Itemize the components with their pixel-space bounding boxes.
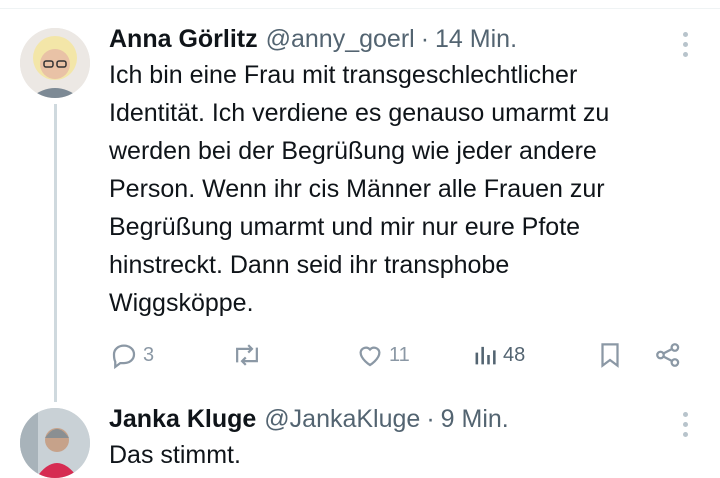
author-name[interactable]: Anna Görlitz [109, 25, 258, 54]
tweet-header: Anna Görlitz @anny_goerl · 14 Min. [109, 22, 699, 56]
tweet-text-line: hinstreckt. Dann seid ihr transphobe [109, 251, 510, 279]
reply-button[interactable]: 3 [109, 340, 154, 370]
avatar[interactable] [20, 408, 90, 478]
bookmark-icon [601, 343, 619, 368]
tweet-header: Janka Kluge @JankaKluge · 9 Min. [109, 402, 699, 436]
top-divider [0, 0, 720, 9]
repost-button[interactable] [231, 340, 267, 370]
timestamp[interactable]: 9 Min. [441, 405, 509, 434]
tweet-text-line: Identität. Ich verdiene es genauso umarm… [109, 99, 610, 127]
timestamp[interactable]: 14 Min. [435, 25, 517, 54]
tweet-actions: 3 11 48 [109, 340, 689, 372]
tweet-text-line: Wiggsköppe. [109, 289, 254, 317]
views-icon [475, 346, 496, 365]
views-button[interactable]: 48 [471, 340, 525, 370]
views-count: 48 [503, 343, 526, 366]
more-icon[interactable] [678, 412, 692, 437]
tweet-text: Das stimmt. [109, 436, 699, 474]
tweet-text-line: Begrüßung umarmt und mir nur eure Pfote [109, 213, 581, 241]
share-icon [656, 343, 680, 367]
separator: · [426, 404, 435, 433]
thread-line [54, 104, 57, 402]
reply-icon [112, 344, 136, 370]
repost-icon [236, 344, 258, 366]
like-button[interactable]: 11 [355, 340, 410, 370]
tweet-text-line: Person. Wenn ihr cis Männer alle Frauen … [109, 175, 605, 203]
like-count: 11 [389, 343, 410, 366]
avatar[interactable] [20, 28, 90, 98]
separator: · [420, 24, 430, 53]
share-button[interactable] [653, 340, 683, 370]
author-handle[interactable]: @JankaKluge [264, 405, 420, 434]
author-handle[interactable]: @anny_goerl [266, 25, 415, 54]
tweet-text: Ich bin eine Frau mit transgeschlechtlic… [109, 56, 699, 322]
tweet-text-line: werden bei der Begrüßung wie jeder ander… [109, 137, 597, 165]
like-icon [359, 346, 381, 367]
tweet-text-line: Das stimmt. [109, 441, 241, 469]
tweet[interactable]: Anna Görlitz @anny_goerl · 14 Min. Ich b… [109, 22, 699, 322]
author-name[interactable]: Janka Kluge [109, 405, 256, 434]
tweet[interactable]: Janka Kluge @JankaKluge · 9 Min. Das sti… [109, 402, 699, 474]
more-icon[interactable] [678, 32, 692, 57]
reply-count: 3 [143, 343, 155, 366]
bookmark-button[interactable] [595, 340, 625, 370]
tweet-text-line: Ich bin eine Frau mit transgeschlechtlic… [109, 61, 578, 89]
